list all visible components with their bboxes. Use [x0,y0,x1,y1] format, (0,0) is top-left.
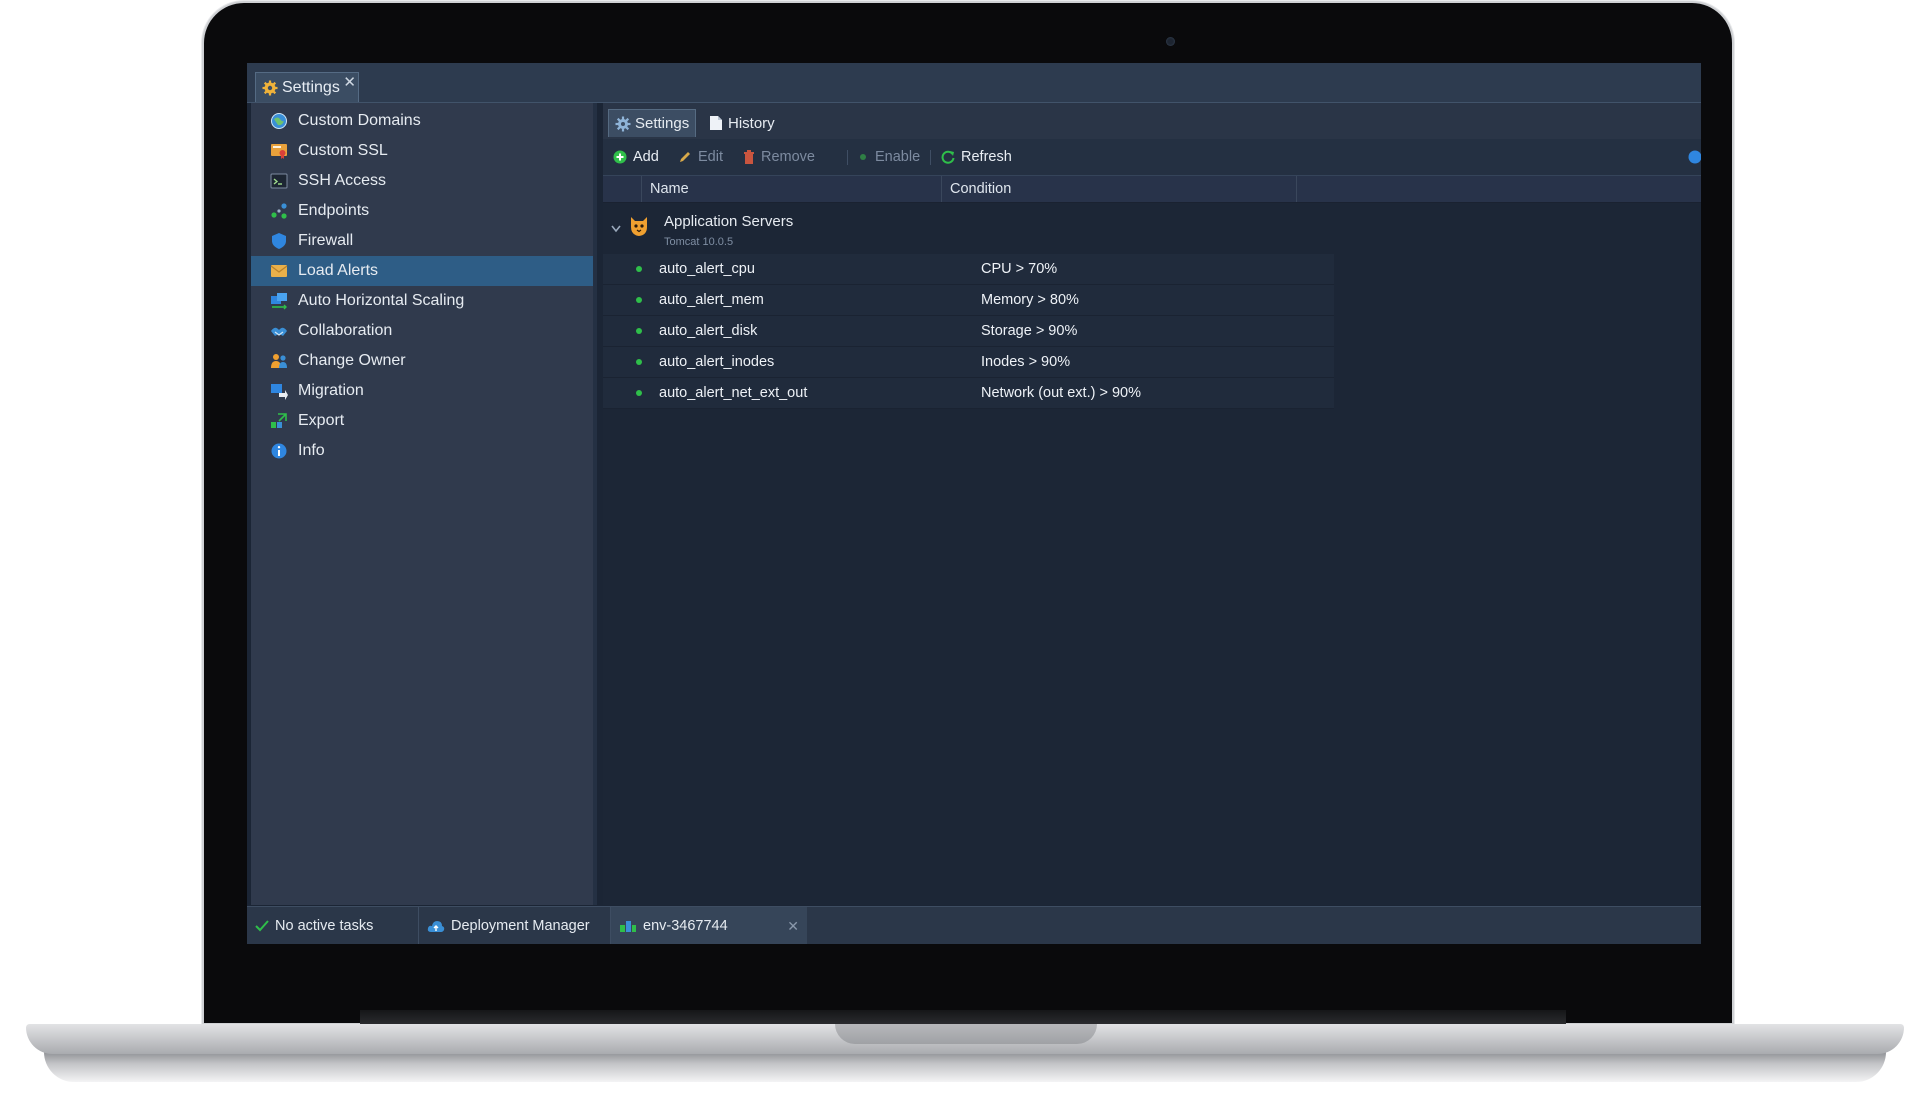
shield-icon [269,231,289,251]
sidebar-item-endpoints[interactable]: Endpoints [251,196,593,226]
sidebar-item-load-alerts[interactable]: Load Alerts [251,256,593,286]
screen: Settings ✕ Custom Domains Custom SSL SSH… [247,63,1701,944]
camera-icon [1166,37,1175,46]
table-row[interactable]: auto_alert_cpu CPU > 70% [603,254,1334,285]
checkmark-icon [255,920,269,932]
sub-tab-bar: Settings History [603,103,1701,139]
alert-name: auto_alert_mem [659,292,764,308]
globe-icon [269,111,289,131]
trash-icon [743,150,755,164]
alert-name: auto_alert_cpu [659,261,755,277]
laptop-base-shadow [44,1052,1886,1082]
laptop-hinge [360,1010,1566,1024]
remove-button[interactable]: Remove [743,139,815,175]
sidebar-item-firewall[interactable]: Firewall [251,226,593,256]
chevron-down-icon[interactable] [611,220,621,238]
tab-settings[interactable]: Settings [608,109,697,137]
task-deployment-manager[interactable]: Deployment Manager [419,907,611,944]
status-dot-icon [636,390,642,396]
tomcat-icon [629,215,649,242]
table-row[interactable]: auto_alert_inodes Inodes > 90% [603,347,1334,378]
alert-condition: CPU > 70% [981,261,1058,277]
column-header-condition[interactable]: Condition [941,176,1296,202]
group-row-application-servers[interactable]: Application Servers Tomcat 10.0.5 [603,203,1701,253]
sidebar-item-custom-ssl[interactable]: Custom SSL [251,136,593,166]
table-row[interactable]: auto_alert_mem Memory > 80% [603,285,1334,316]
status-dot-icon [636,266,642,272]
sidebar-item-change-owner[interactable]: Change Owner [251,346,593,376]
alert-condition: Inodes > 90% [981,354,1071,370]
refresh-icon [941,150,955,164]
sidebar-item-collaboration[interactable]: Collaboration [251,316,593,346]
alert-name: auto_alert_net_ext_out [659,385,808,401]
document-icon [709,115,723,131]
toolbar-separator [847,150,848,165]
group-title: Application Servers [664,213,794,230]
alert-condition: Memory > 80% [981,292,1079,308]
gear-icon [615,116,631,132]
environment-icon [619,919,637,933]
toolbar-separator [930,150,931,165]
status-dot-icon [636,297,642,303]
scaling-icon [269,291,289,311]
status-dot-icon [636,359,642,365]
sidebar-item-ssh-access[interactable]: SSH Access [251,166,593,196]
enable-dot-icon [857,151,869,163]
help-button[interactable] [1688,139,1701,175]
export-icon [269,411,289,431]
pencil-icon [678,150,692,164]
column-header-empty [1296,176,1701,202]
migration-icon [269,381,289,401]
table-row[interactable]: auto_alert_disk Storage > 90% [603,316,1334,347]
sidebar-item-export[interactable]: Export [251,406,593,436]
sidebar-item-migration[interactable]: Migration [251,376,593,406]
alert-name: auto_alert_inodes [659,354,775,370]
alert-list: auto_alert_cpu CPU > 70% auto_alert_mem … [603,254,1334,409]
info-icon [269,441,289,461]
alert-condition: Network (out ext.) > 90% [981,385,1141,401]
grid-header: Name Condition [603,176,1701,203]
alert-envelope-icon [269,261,289,281]
close-icon[interactable]: ✕ [343,73,356,91]
window-tab-label: Settings [282,78,340,96]
task-env[interactable]: env-3467744 ✕ [611,907,807,944]
edit-button[interactable]: Edit [678,139,723,175]
gear-icon [262,80,278,96]
settings-sidebar: Custom Domains Custom SSL SSH Access End… [251,103,597,905]
add-icon [613,150,627,164]
help-icon [1688,150,1701,164]
alert-condition: Storage > 90% [981,323,1078,339]
column-header-name[interactable]: Name [641,176,941,202]
window-tab-settings[interactable]: Settings ✕ [255,72,359,102]
sidebar-item-info[interactable]: Info [251,436,593,466]
table-row[interactable]: auto_alert_net_ext_out Network (out ext.… [603,378,1334,409]
enable-button[interactable]: Enable [857,139,920,175]
task-status: No active tasks [247,907,419,944]
group-subtitle: Tomcat 10.0.5 [664,236,734,248]
endpoints-icon [269,201,289,221]
laptop-notch [835,1024,1097,1044]
users-icon [269,351,289,371]
toolbar: Add Edit Remove Enable Refresh [603,139,1701,176]
sidebar-item-auto-horizontal-scaling[interactable]: Auto Horizontal Scaling [251,286,593,316]
taskbar: No active tasks Deployment Manager env-3… [247,906,1701,944]
close-icon[interactable]: ✕ [787,918,799,935]
cloud-upload-icon [427,919,445,933]
handshake-icon [269,321,289,341]
terminal-icon [269,171,289,191]
tab-history[interactable]: History [703,109,781,137]
status-dot-icon [636,328,642,334]
window-tab-bar: Settings ✕ [247,63,1701,103]
refresh-button[interactable]: Refresh [941,139,1012,175]
main-panel: Settings History Add Edit Remove Enable … [603,103,1701,905]
certificate-icon [269,141,289,161]
alert-name: auto_alert_disk [659,323,758,339]
sidebar-item-custom-domains[interactable]: Custom Domains [251,106,593,136]
add-button[interactable]: Add [613,139,659,175]
